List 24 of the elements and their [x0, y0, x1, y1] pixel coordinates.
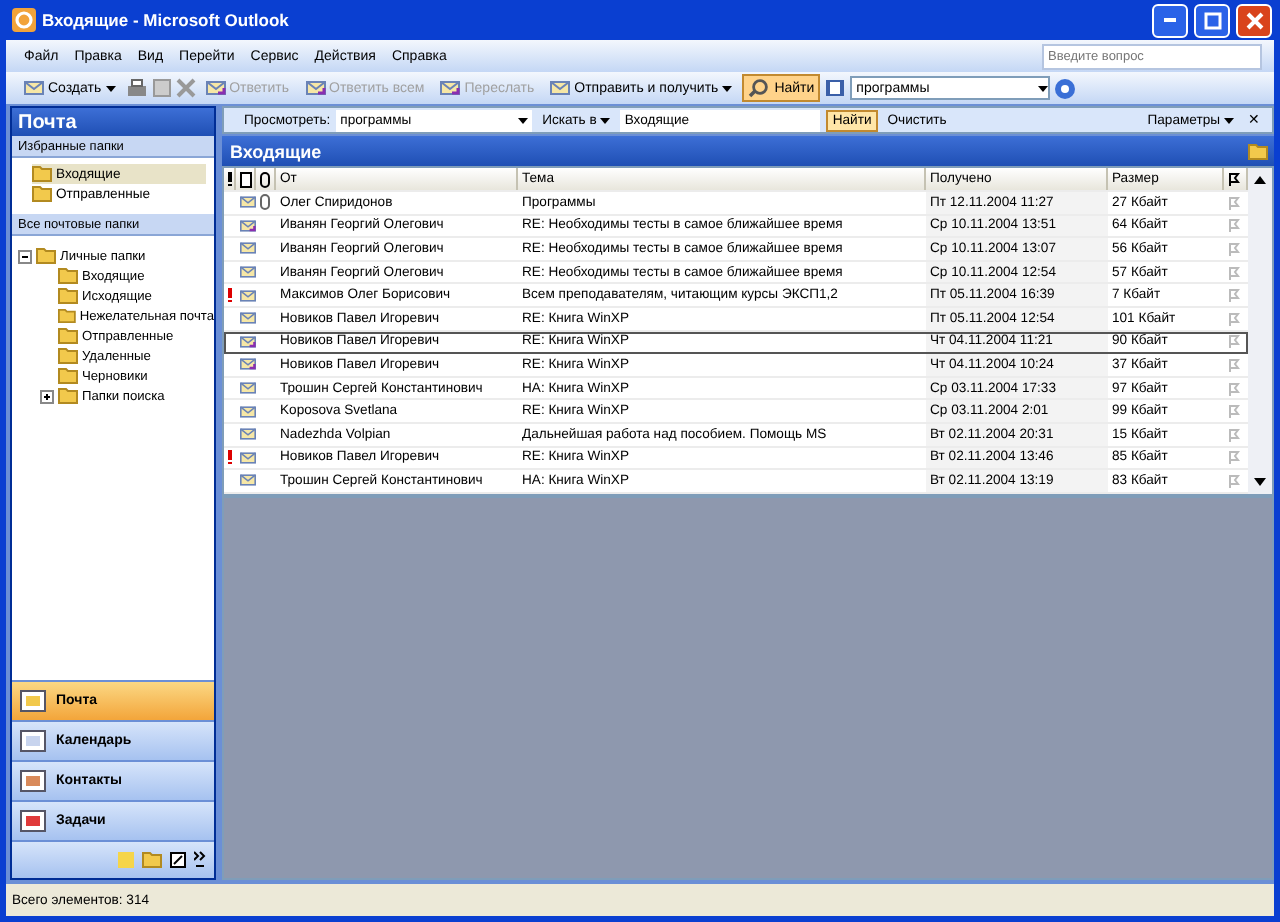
- pane-title: Почта: [12, 108, 214, 136]
- minimize-button[interactable]: [1152, 3, 1188, 37]
- maximize-button[interactable]: [1194, 3, 1230, 37]
- search-icon: [748, 78, 771, 98]
- delete-icon[interactable]: [175, 78, 196, 98]
- expander-icon[interactable]: [18, 249, 32, 263]
- caret-icon: [1038, 85, 1049, 91]
- document-header-icon[interactable]: [240, 171, 252, 187]
- maximize-icon: [1203, 11, 1221, 29]
- minimize-icon: [1164, 18, 1176, 22]
- folder-icon[interactable]: [142, 852, 162, 868]
- help-icon[interactable]: [1054, 77, 1077, 99]
- folder-icon: [1248, 143, 1268, 159]
- app-icon: [12, 8, 36, 32]
- paperclip-header-icon[interactable]: [260, 171, 270, 187]
- folder-title: Входящие: [230, 141, 322, 161]
- printer-icon[interactable]: [125, 78, 148, 98]
- close-button[interactable]: [1236, 3, 1272, 37]
- flag-header-icon[interactable]: [1228, 172, 1240, 186]
- window-title: Входящие - Microsoft Outlook: [42, 10, 291, 30]
- expander-icon[interactable]: [40, 389, 54, 403]
- chevron-icon[interactable]: [194, 850, 206, 870]
- shortcut-icon[interactable]: [170, 852, 186, 868]
- close-icon: [1245, 11, 1263, 29]
